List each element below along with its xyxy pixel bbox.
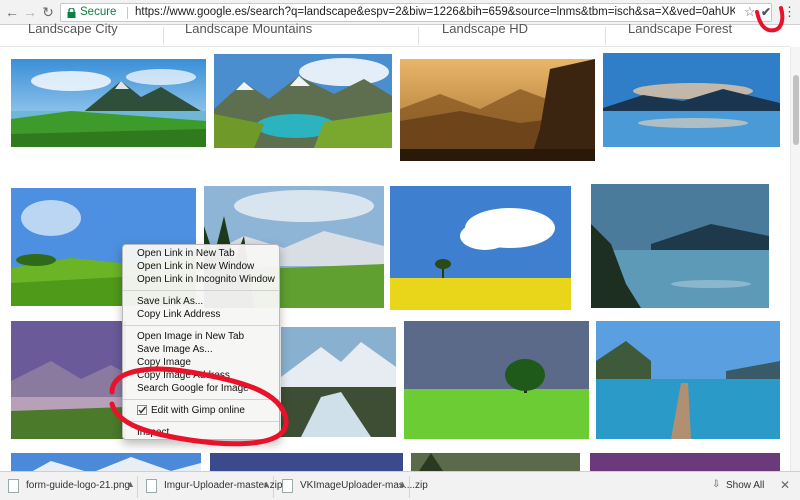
image-result[interactable] (11, 321, 126, 439)
download-filename: form-guide-logo-21.png (26, 480, 130, 491)
filter-chip-landscape-mountains[interactable]: Landscape Mountains (185, 21, 312, 36)
menu-item-open-image-new-tab[interactable]: Open Image in New Tab (123, 330, 279, 343)
download-icon: ⇩ (712, 479, 721, 490)
chevron-up-icon[interactable]: ▲ (398, 479, 407, 489)
download-filename: VKImageUploader-mas....zip (300, 480, 428, 491)
gimp-extension-icon (137, 405, 147, 415)
file-icon (8, 479, 19, 493)
filter-chip-landscape-forest[interactable]: Landscape Forest (628, 21, 732, 36)
menu-icon[interactable]: ⋮ (783, 4, 796, 20)
address-bar[interactable]: Secure https://www.google.es/search?q=la… (60, 3, 772, 22)
menu-separator (123, 290, 279, 291)
menu-item-copy-image[interactable]: Copy Image (123, 356, 279, 369)
secure-separator (127, 7, 128, 19)
download-item[interactable]: VKImageUploader-mas....zip ▲ (274, 476, 428, 498)
download-shelf: form-guide-logo-21.png ▲ Imgur-Uploader-… (0, 471, 800, 500)
file-icon (282, 479, 293, 493)
image-result[interactable] (11, 59, 206, 147)
image-result[interactable] (390, 186, 571, 310)
star-icon[interactable]: ☆ (744, 4, 756, 20)
menu-item-open-link-incognito[interactable]: Open Link in Incognito Window (123, 273, 279, 286)
secure-label: Secure (80, 6, 117, 18)
image-result[interactable] (214, 54, 392, 148)
context-menu: Open Link in New Tab Open Link in New Wi… (122, 244, 280, 440)
image-result[interactable] (590, 453, 780, 471)
filter-chip-landscape-hd[interactable]: Landscape HD (442, 21, 528, 36)
related-searches-row: Landscape City Landscape Mountains Lands… (0, 21, 790, 47)
page-scrollbar[interactable] (790, 47, 800, 471)
menu-separator (123, 421, 279, 422)
extension-icon[interactable]: ✔ (761, 5, 771, 19)
image-result[interactable] (411, 453, 580, 471)
file-icon (146, 479, 157, 493)
image-result[interactable] (281, 327, 396, 437)
menu-item-save-image-as[interactable]: Save Image As... (123, 343, 279, 356)
back-icon[interactable]: ← (4, 4, 20, 20)
menu-item-open-link-new-tab[interactable]: Open Link in New Tab (123, 247, 279, 260)
image-result[interactable] (603, 53, 780, 147)
menu-separator (123, 399, 279, 400)
image-result[interactable] (210, 453, 403, 471)
menu-item-copy-link-address[interactable]: Copy Link Address (123, 308, 279, 321)
menu-item-copy-image-address[interactable]: Copy Image Address (123, 369, 279, 382)
image-result[interactable] (404, 321, 589, 439)
menu-item-save-link-as[interactable]: Save Link As... (123, 295, 279, 308)
filter-chip-landscape-city[interactable]: Landscape City (28, 21, 118, 36)
download-item[interactable]: Imgur-Uploader-master.zip ▲ (138, 476, 282, 498)
lock-icon (67, 8, 76, 18)
chip-separator (605, 27, 606, 45)
menu-item-inspect[interactable]: Inspect (123, 426, 279, 439)
menu-item-edit-with-gimp[interactable]: Edit with Gimp online (123, 404, 279, 417)
menu-item-search-google-for-image[interactable]: Search Google for Image (123, 382, 279, 395)
chip-separator (418, 27, 419, 45)
close-icon[interactable]: ✕ (780, 478, 790, 492)
reload-icon[interactable]: ↻ (40, 4, 56, 20)
image-result[interactable] (596, 321, 780, 439)
menu-item-open-link-new-window[interactable]: Open Link in New Window (123, 260, 279, 273)
forward-icon[interactable]: → (22, 4, 38, 20)
chevron-up-icon[interactable]: ▲ (126, 479, 135, 489)
url-text[interactable]: https://www.google.es/search?q=landscape… (135, 6, 735, 18)
image-result[interactable] (11, 453, 201, 471)
browser-window: ← → ↻ Secure https://www.google.es/searc… (0, 0, 800, 500)
menu-item-label: Edit with Gimp online (151, 405, 245, 416)
menu-separator (123, 325, 279, 326)
download-item[interactable]: form-guide-logo-21.png ▲ (0, 476, 138, 498)
show-all-button[interactable]: Show All (726, 480, 764, 491)
chip-separator (163, 27, 164, 45)
image-results-grid (0, 47, 790, 471)
image-result[interactable] (400, 59, 595, 161)
chevron-up-icon[interactable]: ▲ (262, 479, 271, 489)
scrollbar-thumb[interactable] (793, 75, 799, 145)
image-result[interactable] (591, 184, 769, 308)
